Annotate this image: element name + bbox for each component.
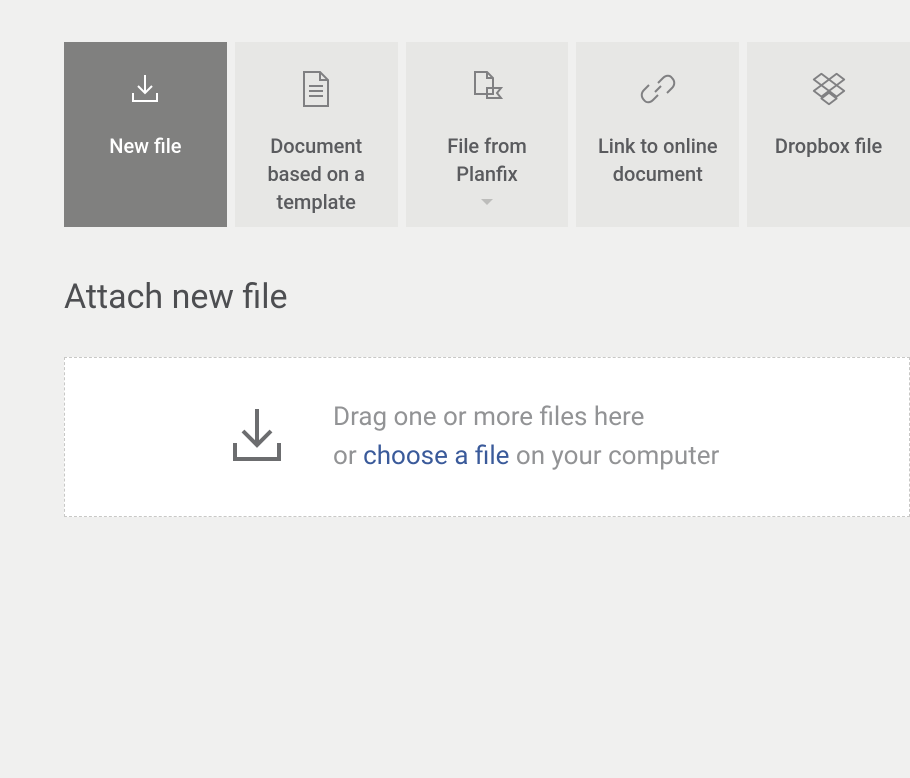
file-dropzone[interactable]: Drag one or more files here or choose a … (64, 357, 910, 517)
chevron-down-icon (479, 192, 495, 211)
tabs-container: New file Document based on a template Fi… (0, 0, 910, 227)
dropbox-icon (810, 70, 848, 108)
tab-link-online-document[interactable]: Link to online document (576, 42, 739, 227)
tab-dropbox-file[interactable]: Dropbox file (747, 42, 910, 227)
download-icon (225, 403, 289, 471)
link-icon (639, 70, 677, 108)
tab-label: Link to online document (576, 132, 739, 188)
tab-file-from-planfix[interactable]: File from Planfix (406, 42, 569, 227)
file-flag-icon (468, 70, 506, 108)
document-icon (297, 70, 335, 108)
dropzone-line2: or choose a file on your computer (333, 437, 719, 476)
tab-document-template[interactable]: Document based on a template (235, 42, 398, 227)
tab-label: File from Planfix (406, 132, 569, 188)
dropzone-line1: Drag one or more files here (333, 398, 719, 437)
tab-label: Dropbox file (765, 132, 892, 160)
page-heading: Attach new file (0, 227, 910, 317)
choose-file-link[interactable]: choose a file (363, 441, 509, 471)
tab-label: New file (99, 132, 191, 160)
tab-label: Document based on a template (235, 132, 398, 216)
download-icon (126, 70, 164, 108)
dropzone-text: Drag one or more files here or choose a … (333, 398, 719, 476)
tab-new-file[interactable]: New file (64, 42, 227, 227)
